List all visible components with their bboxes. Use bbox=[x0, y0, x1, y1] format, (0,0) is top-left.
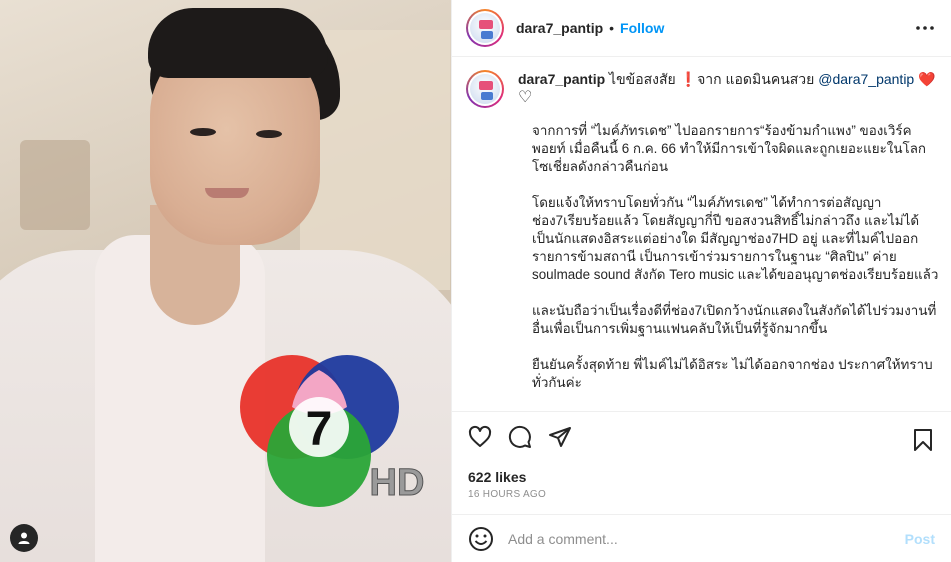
more-options-button[interactable] bbox=[915, 18, 935, 38]
header-username[interactable]: dara7_pantip bbox=[516, 20, 603, 36]
right-eye bbox=[256, 130, 282, 138]
user-icon bbox=[18, 532, 30, 544]
white-heart-emoji: ♡ bbox=[518, 89, 533, 106]
caption-paragraph: จากการที่ “ไมค์ภัทรเดช” ไปออกรายการ“ร้อง… bbox=[532, 123, 927, 174]
separator-dot: • bbox=[609, 20, 615, 36]
share-send-icon[interactable] bbox=[548, 425, 572, 449]
comment-bar: Post bbox=[452, 514, 951, 562]
avatar-image bbox=[470, 13, 500, 43]
caption-heading: dara7_pantip ไขข้อสงสัย ❗จาก แอดมินคนสวย… bbox=[518, 70, 937, 108]
caption-avatar[interactable] bbox=[466, 70, 504, 108]
post-details-panel: dara7_pantip • Follow dara7_pantip ไขข้อ… bbox=[451, 0, 951, 562]
left-eye bbox=[190, 128, 216, 136]
logo-number: 7 bbox=[306, 403, 333, 456]
logo-hd-text: HD bbox=[370, 462, 425, 504]
caption-intro: ไขข้อสงสัย ❗จาก แอดมินคนสวย bbox=[605, 71, 819, 87]
comment-input[interactable] bbox=[508, 530, 888, 547]
background-frame bbox=[20, 140, 90, 230]
hair-top-shape bbox=[148, 8, 328, 78]
like-heart-icon[interactable] bbox=[468, 425, 492, 449]
caption-username[interactable]: dara7_pantip bbox=[518, 71, 605, 87]
red-heart-emoji: ❤️ bbox=[914, 71, 936, 87]
comment-icon[interactable] bbox=[508, 425, 532, 449]
follow-button[interactable]: Follow bbox=[620, 20, 664, 36]
caption-body: จากการที่ “ไมค์ภัทรเดช” ไปออกรายการ“ร้อง… bbox=[532, 122, 940, 392]
post-header: dara7_pantip • Follow bbox=[452, 0, 951, 57]
save-bookmark-icon[interactable] bbox=[911, 428, 935, 452]
avatar-image bbox=[470, 74, 500, 104]
caption-paragraph: และนับถือว่าเป็นเรื่องดีที่ช่อง7เปิดกว้า… bbox=[532, 303, 937, 336]
mention-link[interactable]: @dara7_pantip bbox=[818, 71, 914, 87]
post-image[interactable]: 7 HD bbox=[0, 0, 451, 562]
caption-paragraph: โดยแจ้งให้ทราบโดยทั่วกัน “ไมค์ภัทรเดช” ไ… bbox=[532, 195, 939, 282]
channel7-hd-logo: 7 HD bbox=[240, 355, 425, 507]
more-horizontal-icon bbox=[916, 26, 934, 30]
post-timestamp[interactable]: 16 HOURS AGO bbox=[468, 489, 546, 500]
profile-avatar[interactable] bbox=[466, 9, 504, 47]
likes-count[interactable]: 622 likes bbox=[468, 469, 526, 485]
emoji-icon[interactable] bbox=[468, 526, 494, 552]
mouth bbox=[205, 188, 249, 198]
tagged-users-button[interactable] bbox=[10, 524, 38, 552]
caption-area: dara7_pantip ไขข้อสงสัย ❗จาก แอดมินคนสวย… bbox=[452, 58, 951, 410]
action-bar bbox=[452, 411, 951, 461]
post-comment-button[interactable]: Post bbox=[905, 531, 935, 547]
caption-paragraph: ยืนยันครั้งสุดท้าย พี่ไมค์ไม่ได้อิสระ ไม… bbox=[532, 357, 933, 390]
